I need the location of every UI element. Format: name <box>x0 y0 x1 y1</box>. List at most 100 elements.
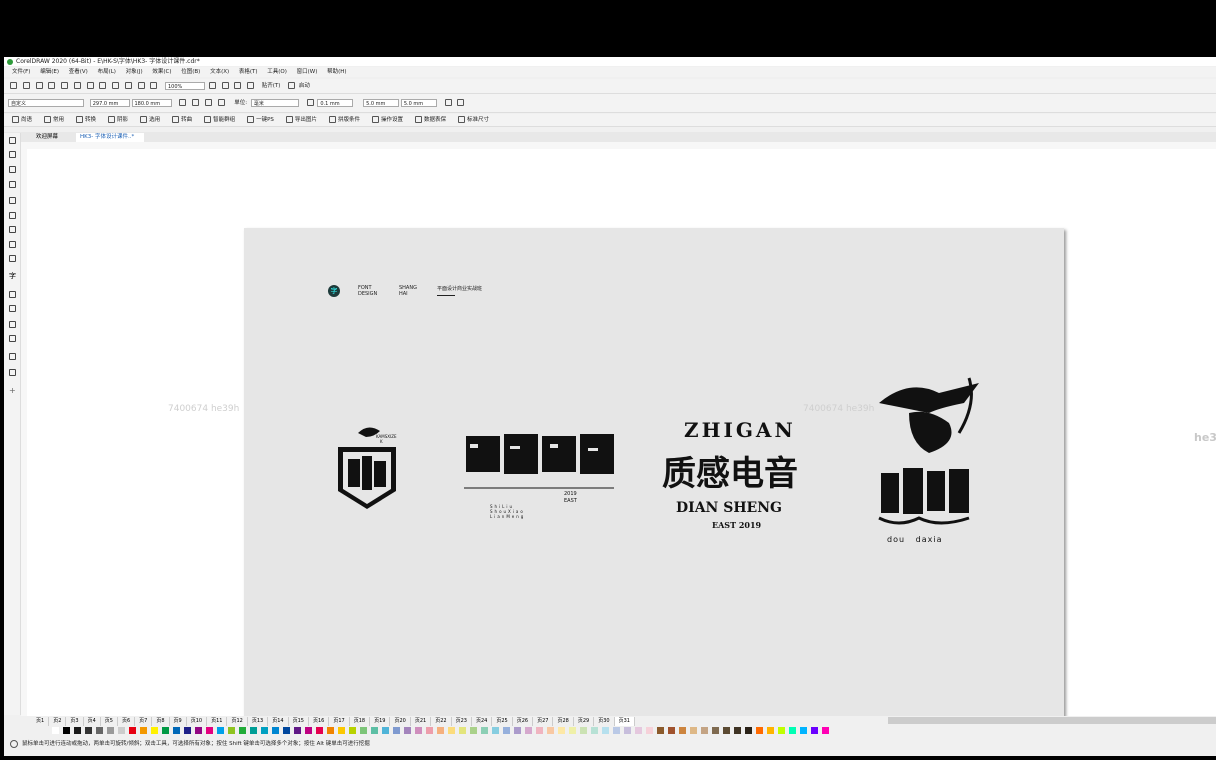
color-swatch[interactable] <box>206 727 213 734</box>
color-swatch[interactable] <box>613 727 620 734</box>
color-swatch[interactable] <box>195 727 202 734</box>
plugin-item[interactable]: 常用 <box>42 116 64 123</box>
plugin-item[interactable]: 转曲 <box>170 116 192 123</box>
color-swatch[interactable] <box>393 727 400 734</box>
page-tab[interactable]: 页23 <box>452 717 472 726</box>
page-tab[interactable]: 页12 <box>227 717 248 726</box>
all-pages-icon[interactable] <box>204 99 212 106</box>
plugin-item[interactable]: 转换 <box>74 116 96 123</box>
page-tab[interactable]: 页1 <box>32 717 50 726</box>
color-swatch[interactable] <box>437 727 444 734</box>
color-swatch[interactable] <box>558 727 565 734</box>
plugin-item[interactable]: 选用 <box>138 116 160 123</box>
color-swatch[interactable] <box>635 727 642 734</box>
menu-object[interactable]: 对象(J) <box>126 67 143 77</box>
color-swatch[interactable] <box>96 727 103 734</box>
duplicate-x-field[interactable]: 5.0 mm <box>363 98 400 107</box>
menu-bitmaps[interactable]: 位图(B) <box>181 67 200 77</box>
page-tab[interactable]: 页8 <box>152 717 170 726</box>
polygon-tool-icon[interactable] <box>9 255 16 262</box>
print-icon[interactable] <box>48 82 56 89</box>
tab-welcome-screen[interactable]: 欢迎屏幕 <box>32 133 63 142</box>
plugin-item[interactable]: 导出图片 <box>284 116 317 123</box>
text-tool-icon[interactable]: 字 <box>9 273 16 280</box>
page-tab[interactable]: 页22 <box>431 717 452 726</box>
plugin-item[interactable]: 拼版条件 <box>327 116 360 123</box>
ellipse-tool-icon[interactable] <box>9 241 16 248</box>
snap-icon[interactable] <box>247 82 254 89</box>
color-swatch[interactable] <box>63 727 70 734</box>
page-tab[interactable]: 页28 <box>553 717 574 726</box>
duplicate-y-field[interactable]: 5.0 mm <box>400 98 437 107</box>
color-swatch[interactable] <box>426 727 433 734</box>
color-swatch[interactable] <box>602 727 609 734</box>
plugin-item[interactable]: 操作设置 <box>370 116 403 123</box>
nudge-distance-field[interactable]: 0.1 mm <box>317 98 354 107</box>
export-icon[interactable] <box>137 82 145 89</box>
color-swatch[interactable] <box>811 727 818 734</box>
color-swatch[interactable] <box>272 727 279 734</box>
redo-icon[interactable] <box>112 82 119 89</box>
color-swatch[interactable] <box>459 727 466 734</box>
copy-icon[interactable] <box>73 82 81 89</box>
page-tab[interactable]: 页16 <box>309 717 330 726</box>
color-swatch[interactable] <box>118 727 125 734</box>
undo-icon[interactable] <box>99 82 107 89</box>
color-swatch[interactable] <box>349 727 356 734</box>
landscape-icon[interactable] <box>192 99 199 106</box>
page-tab[interactable]: 页17 <box>329 717 350 726</box>
color-swatch[interactable] <box>679 727 686 734</box>
paper-preset-select[interactable]: 自定义 <box>8 98 84 107</box>
page-tab[interactable]: 页29 <box>574 717 595 726</box>
page-tab[interactable]: 页21 <box>411 717 432 726</box>
color-swatch[interactable] <box>107 727 114 734</box>
color-swatch[interactable] <box>470 727 477 734</box>
menu-window[interactable]: 窗口(W) <box>297 67 318 77</box>
drop-shadow-tool-icon[interactable] <box>9 321 16 328</box>
color-swatch[interactable] <box>305 727 312 734</box>
menu-table[interactable]: 表格(T) <box>239 67 258 77</box>
menu-text[interactable]: 文本(X) <box>210 67 229 77</box>
connector-tool-icon[interactable] <box>9 305 16 312</box>
color-swatch[interactable] <box>415 727 422 734</box>
color-swatch[interactable] <box>140 727 147 734</box>
rectangle-tool-icon[interactable] <box>9 226 16 233</box>
eyedropper-tool-icon[interactable] <box>9 353 16 360</box>
color-swatch[interactable] <box>547 727 554 734</box>
color-swatch[interactable] <box>481 727 488 734</box>
publish-pdf-icon[interactable] <box>150 82 158 89</box>
color-swatch[interactable] <box>525 727 532 734</box>
color-swatch[interactable] <box>569 727 576 734</box>
color-swatch[interactable] <box>162 727 169 734</box>
page-height-field[interactable]: 180.0 mm <box>131 98 172 107</box>
page-tab[interactable]: 页14 <box>268 717 289 726</box>
color-swatch[interactable] <box>690 727 697 734</box>
color-swatch[interactable] <box>283 727 290 734</box>
page-tab[interactable]: 页25 <box>492 717 513 726</box>
plugin-item[interactable]: 尚语 <box>10 116 32 123</box>
page-tab[interactable]: 页15 <box>289 717 309 726</box>
crop-tool-icon[interactable] <box>9 166 16 173</box>
menu-help[interactable]: 帮助(H) <box>327 67 346 77</box>
page-tab[interactable]: 页27 <box>533 717 554 726</box>
color-swatch[interactable] <box>646 727 653 734</box>
show-grid-icon[interactable] <box>234 82 242 89</box>
color-swatch[interactable] <box>822 727 829 734</box>
page-tab[interactable]: 页4 <box>84 717 101 726</box>
document-page[interactable]: 字 FONT DESIGN SHANG HAI 平面设计商业实战班 K KAMS… <box>244 228 1064 718</box>
page-tab[interactable]: 页2 <box>49 717 67 726</box>
color-swatch[interactable] <box>514 727 521 734</box>
color-swatch[interactable] <box>404 727 411 734</box>
page-tab[interactable]: 页10 <box>187 717 208 726</box>
horizontal-scrollbar[interactable] <box>888 717 1216 724</box>
color-swatch[interactable] <box>756 727 763 734</box>
page-width-field[interactable]: 297.0 mm <box>89 98 130 107</box>
color-swatch[interactable] <box>338 727 345 734</box>
units-select[interactable]: 毫米 <box>250 98 299 107</box>
page-tab[interactable]: 页3 <box>66 717 84 726</box>
menu-edit[interactable]: 编辑(E) <box>40 67 59 77</box>
launch-label[interactable]: 启动 <box>299 83 310 89</box>
snap-to-label[interactable]: 贴齐(T) <box>262 83 281 89</box>
color-swatch[interactable] <box>173 727 180 734</box>
page-tab[interactable]: 页13 <box>248 717 269 726</box>
